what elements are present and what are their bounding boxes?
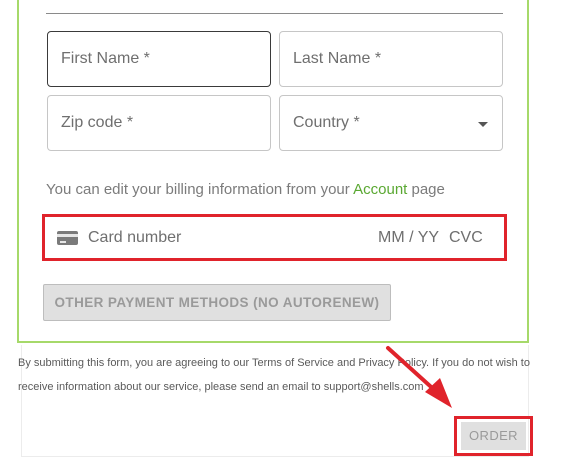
terms-text-2: and [333, 357, 359, 369]
section-divider [46, 13, 503, 14]
privacy-policy-link[interactable]: Privacy Policy [358, 357, 426, 369]
chevron-down-icon[interactable] [478, 122, 488, 127]
terms-of-service-link[interactable]: Terms of Service [252, 357, 334, 369]
first-name-field[interactable]: First Name * [47, 31, 271, 87]
last-name-field[interactable]: Last Name * [279, 31, 503, 87]
account-link[interactable]: Account [353, 181, 407, 198]
last-name-placeholder: Last Name * [293, 50, 382, 67]
other-payment-methods-button[interactable]: OTHER PAYMENT METHODS (NO AUTORENEW) [43, 284, 391, 321]
order-button[interactable]: ORDER [461, 422, 526, 450]
zip-code-placeholder: Zip code * [61, 114, 134, 131]
zip-code-field[interactable]: Zip code * [47, 95, 271, 151]
country-select[interactable]: Country * [279, 95, 503, 151]
first-name-placeholder: First Name * [61, 50, 150, 67]
card-expiry-input[interactable]: MM / YY [378, 229, 439, 247]
billing-note-prefix: You can edit your billing information fr… [46, 181, 354, 198]
credit-card-icon [57, 231, 78, 245]
country-placeholder: Country * [293, 114, 360, 131]
terms-notice: By submitting this form, you are agreein… [18, 351, 538, 399]
card-number-input[interactable]: Card number [88, 229, 181, 247]
card-input-highlight[interactable]: Card number MM / YY CVC [42, 214, 507, 261]
checkout-stage: First Name * Last Name * Zip code * Coun… [0, 0, 569, 471]
billing-note-suffix: page [407, 181, 445, 198]
card-cvc-input[interactable]: CVC [449, 229, 483, 247]
terms-text-1: By submitting this form, you are agreein… [18, 357, 252, 369]
billing-info-note: You can edit your billing information fr… [46, 181, 445, 198]
